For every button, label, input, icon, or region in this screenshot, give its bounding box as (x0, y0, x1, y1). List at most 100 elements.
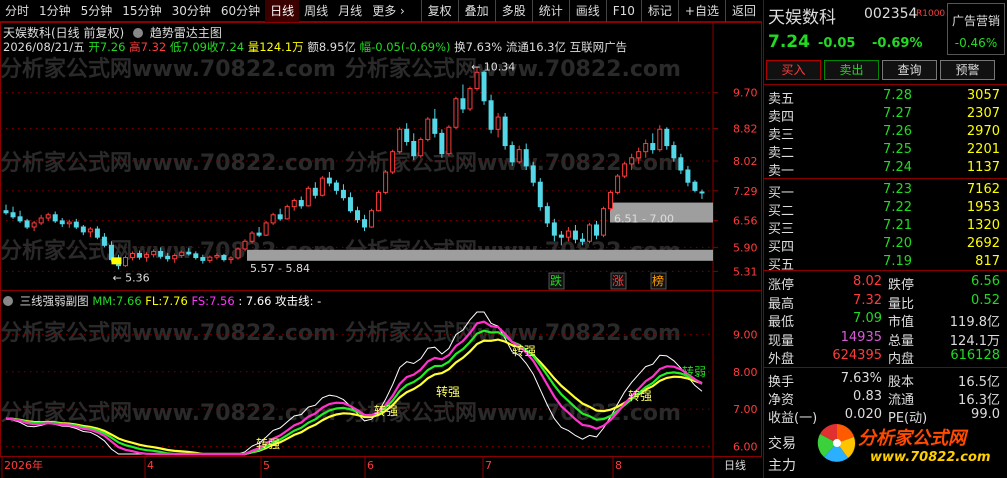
kline-svg[interactable]: 分析家公式网www.70822.com 分析家公式网www.70822.com 分析… (0, 22, 762, 478)
sub-indicator-name[interactable]: 三线强弱副图 (20, 294, 89, 308)
toolbar-action-button[interactable]: 统计 (531, 0, 569, 22)
orderbook-row[interactable]: 卖一 7.24 1137 (764, 159, 1007, 179)
candle-up (305, 187, 311, 207)
stat-label: 量比 (888, 296, 915, 312)
orderbook-volume: 2692 (966, 236, 1000, 251)
candle-down (59, 220, 65, 225)
stat-label: 最低 (768, 315, 795, 331)
candle-down (692, 181, 698, 191)
period-tab[interactable]: 分时 (0, 0, 34, 22)
toolbar-action-button[interactable]: 复权 (420, 0, 458, 22)
orderbook-row[interactable]: 买三 7.21 1320 (764, 217, 1007, 237)
orderbook-row[interactable]: 买一 7.23 7162 (764, 181, 1007, 201)
time-tick-label: 6 (367, 459, 374, 472)
sector-box[interactable]: 广告营销 -0.46% (947, 3, 1005, 55)
period-tab[interactable]: 30分钟 (167, 0, 216, 22)
candle-up (397, 128, 403, 153)
sub-marker: 转强 (256, 436, 280, 451)
query-button[interactable]: 查询 (882, 60, 937, 80)
toolbar-action-button[interactable]: 画线 (568, 0, 606, 22)
toolbar-action-button[interactable]: 标记 (640, 0, 678, 22)
candle-down (502, 116, 508, 147)
candle-up (601, 208, 607, 236)
candle-up (369, 210, 375, 228)
candle-up (66, 221, 72, 225)
orderbook-row[interactable]: 卖二 7.25 2201 (764, 141, 1007, 161)
amt-value: 8.95亿 (318, 40, 356, 54)
orderbook-row[interactable]: 卖三 7.26 2970 (764, 123, 1007, 143)
candle-down (312, 187, 318, 196)
time-tick-label: 2026年 (4, 458, 43, 472)
candle-up (615, 175, 621, 193)
indicator-dropdown-icon[interactable] (133, 28, 144, 38)
indicator-menu[interactable]: 趋势雷达主图 (150, 26, 222, 40)
time-tick-label: 5 (263, 459, 270, 472)
sector-link[interactable]: 互联网广告 (570, 40, 628, 54)
candle-down (509, 145, 515, 163)
price-tick-label: 7.29 (733, 185, 758, 198)
period-tab[interactable]: 更多 › (367, 0, 410, 22)
candle-down (221, 255, 227, 261)
candle-down (24, 220, 30, 228)
trade-tab[interactable]: 交易 (768, 433, 796, 453)
candle-down (460, 98, 466, 110)
toolbar-action-button[interactable]: 叠加 (457, 0, 495, 22)
period-tab[interactable]: 60分钟 (216, 0, 265, 22)
buy-button[interactable]: 买入 (766, 60, 821, 80)
candle-up (87, 228, 93, 233)
toolbar-action-button[interactable]: +自选 (677, 0, 725, 22)
candle-down (158, 250, 164, 257)
period-tab[interactable]: 1分钟 (34, 0, 76, 22)
candle-down (73, 221, 79, 228)
fl-value: 7.76 (162, 294, 188, 308)
orderbook-row[interactable]: 卖五 7.28 3057 (764, 87, 1007, 107)
stat-row: 净资 0.83 流通 16.3亿 (764, 388, 1007, 408)
float-label: 流通 (505, 40, 529, 54)
period-tab[interactable]: 5分钟 (76, 0, 118, 22)
stat-row: 最高 7.32 量比 0.52 (764, 292, 1007, 312)
orderbook-row[interactable]: 买四 7.20 2692 (764, 235, 1007, 255)
sub-marker: 转强 (436, 384, 460, 399)
low-label: 低 (169, 40, 182, 54)
toolbar-action-button[interactable]: 多股 (494, 0, 532, 22)
period-tab[interactable]: 月线 (333, 0, 367, 22)
close-label: 收 (206, 40, 219, 54)
toolbar-action-button[interactable]: 返回 (724, 0, 762, 22)
candle-up (214, 255, 220, 258)
mm-value: 7.66 (116, 294, 142, 308)
stat-label: 收益(一) (768, 411, 818, 426)
orderbook-row[interactable]: 买五 7.19 817 (764, 253, 1007, 273)
watermark-text: 分析家公式网www.70822.com (0, 56, 336, 82)
kline-chart[interactable]: 分析家公式网www.70822.com 分析家公式网www.70822.com 分析… (0, 22, 762, 478)
fs-value: 7.56 (209, 294, 235, 308)
candle-up (629, 157, 635, 165)
alert-button[interactable]: 预警 (940, 60, 995, 80)
orderbook-row[interactable]: 卖四 7.27 2307 (764, 105, 1007, 125)
toolbar-action-button[interactable]: F10 (605, 0, 641, 22)
candle-down (572, 230, 578, 240)
orderbook-price: 7.21 (883, 218, 912, 233)
candle-down (488, 100, 494, 130)
candle-down (558, 234, 564, 238)
period-tab[interactable]: 15分钟 (117, 0, 166, 22)
divider (764, 270, 1007, 271)
divider (764, 178, 1007, 179)
stat-row: 现量 14935 总量 124.1万 (764, 329, 1007, 349)
candle-up (418, 138, 424, 157)
main-force-tab[interactable]: 主力 (768, 455, 796, 475)
amt-label: 额 (307, 40, 319, 54)
sub-dropdown-icon[interactable] (3, 296, 13, 306)
divider (764, 84, 1007, 85)
sub-marker: 转强 (628, 388, 652, 403)
sector-label: 广告营销 (951, 14, 1000, 28)
price-tick-label: 6.56 (733, 214, 758, 227)
period-tab[interactable]: 日线 (265, 0, 300, 22)
stat-row: 最低 7.09 市值 119.8亿 (764, 310, 1007, 331)
orderbook-price: 7.20 (883, 236, 912, 251)
orderbook-volume: 3057 (966, 88, 1000, 103)
candle-down (551, 222, 557, 236)
sell-button[interactable]: 卖出 (824, 60, 879, 80)
candle-down (298, 200, 304, 207)
period-tab[interactable]: 周线 (299, 0, 333, 22)
orderbook-row[interactable]: 买二 7.22 1953 (764, 199, 1007, 219)
